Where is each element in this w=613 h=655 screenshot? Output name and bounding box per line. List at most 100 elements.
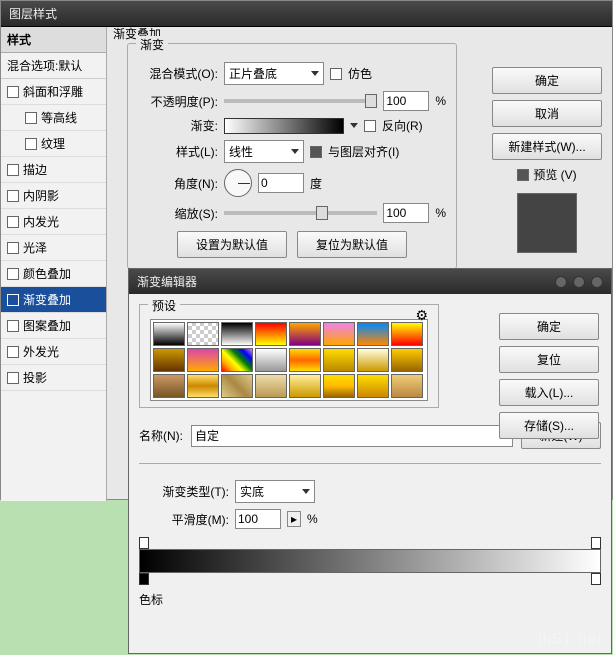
preset-swatch[interactable] [153, 374, 185, 398]
checkbox[interactable] [7, 190, 19, 202]
checkbox[interactable] [7, 372, 19, 384]
styles-header[interactable]: 样式 [1, 27, 106, 53]
gradient-type-select[interactable]: 实底 [235, 480, 315, 503]
gradient-swatch[interactable] [224, 118, 344, 134]
preset-swatch[interactable] [255, 374, 287, 398]
gradient-label: 渐变: [138, 117, 218, 134]
preview-checkbox[interactable] [517, 169, 529, 181]
window-button[interactable] [555, 276, 567, 288]
scale-label: 缩放(S): [138, 205, 218, 222]
blend-options[interactable]: 混合选项:默认 [1, 53, 106, 79]
style-item-bevel[interactable]: 斜面和浮雕 [1, 79, 106, 105]
style-item-inner-shadow[interactable]: 内阴影 [1, 183, 106, 209]
preset-swatch[interactable] [323, 348, 355, 372]
preset-swatch[interactable] [221, 322, 253, 346]
preset-swatch[interactable] [289, 348, 321, 372]
preset-swatch[interactable] [391, 374, 423, 398]
preset-swatch[interactable] [255, 348, 287, 372]
window-button[interactable] [573, 276, 585, 288]
ge-save-button[interactable]: 存储(S)... [499, 412, 599, 439]
style-item-inner-glow[interactable]: 内发光 [1, 209, 106, 235]
preset-swatch[interactable] [289, 374, 321, 398]
gradient-ramp[interactable] [139, 549, 601, 573]
ge-reset-button[interactable]: 复位 [499, 346, 599, 373]
preset-swatch[interactable] [357, 374, 389, 398]
watermark: jb51.net [538, 631, 603, 649]
unit: % [435, 94, 446, 108]
unit: % [307, 512, 318, 526]
preset-swatch[interactable] [187, 322, 219, 346]
preset-swatch[interactable] [187, 374, 219, 398]
gradient-group: 渐变 混合模式(O): 正片叠底 仿色 不透明度(P): % 渐变: [127, 43, 457, 269]
style-item-texture[interactable]: 纹理 [1, 131, 106, 157]
checkbox[interactable] [7, 216, 19, 228]
ok-button[interactable]: 确定 [492, 67, 602, 94]
style-item-gradient-overlay[interactable]: 渐变叠加 [1, 287, 106, 313]
ge-ok-button[interactable]: 确定 [499, 313, 599, 340]
chevron-down-icon [311, 71, 319, 76]
ge-load-button[interactable]: 载入(L)... [499, 379, 599, 406]
preset-swatch[interactable] [391, 322, 423, 346]
dither-checkbox[interactable] [330, 68, 342, 80]
scale-slider[interactable] [224, 211, 377, 215]
blend-mode-select[interactable]: 正片叠底 [224, 62, 324, 85]
style-item-stroke[interactable]: 描边 [1, 157, 106, 183]
stepper-icon[interactable]: ▸ [287, 511, 301, 527]
preset-swatch[interactable] [391, 348, 423, 372]
name-input[interactable] [191, 425, 513, 447]
checkbox[interactable] [25, 138, 37, 150]
opacity-stop[interactable] [139, 537, 149, 549]
style-item-pattern-overlay[interactable]: 图案叠加 [1, 313, 106, 339]
checkbox[interactable] [7, 164, 19, 176]
preset-swatch[interactable] [357, 322, 389, 346]
new-style-button[interactable]: 新建样式(W)... [492, 133, 602, 160]
checkbox[interactable] [25, 112, 37, 124]
scale-input[interactable] [383, 203, 429, 223]
window-button[interactable] [591, 276, 603, 288]
reverse-label: 反向(R) [382, 117, 423, 134]
dialog-title: 图层样式 [1, 1, 612, 27]
opacity-slider[interactable] [224, 99, 377, 103]
angle-input[interactable] [258, 173, 304, 193]
checkbox[interactable] [7, 86, 19, 98]
preview-label: 预览 (V) [533, 166, 576, 183]
chevron-down-icon [291, 149, 299, 154]
checkbox[interactable] [7, 294, 19, 306]
chevron-down-icon[interactable] [350, 123, 358, 128]
opacity-input[interactable] [383, 91, 429, 111]
chevron-down-icon [302, 489, 310, 494]
gear-icon[interactable]: ⚙ [415, 307, 428, 324]
style-item-drop-shadow[interactable]: 投影 [1, 365, 106, 391]
style-item-color-overlay[interactable]: 颜色叠加 [1, 261, 106, 287]
preset-swatch[interactable] [289, 322, 321, 346]
preset-swatch[interactable] [221, 348, 253, 372]
checkbox[interactable] [7, 320, 19, 332]
color-stop[interactable] [591, 573, 601, 585]
reverse-checkbox[interactable] [364, 120, 376, 132]
cancel-button[interactable]: 取消 [492, 100, 602, 127]
set-default-button[interactable]: 设置为默认值 [177, 231, 287, 258]
ramp-bar[interactable] [139, 549, 601, 573]
checkbox[interactable] [7, 346, 19, 358]
preset-swatch[interactable] [323, 374, 355, 398]
style-select[interactable]: 线性 [224, 140, 304, 163]
preset-swatch[interactable] [323, 322, 355, 346]
checkbox[interactable] [7, 242, 19, 254]
checkbox[interactable] [7, 268, 19, 280]
angle-dial[interactable] [224, 169, 252, 197]
preset-swatch[interactable] [153, 322, 185, 346]
smoothness-label: 平滑度(M): [139, 511, 229, 528]
preset-swatch[interactable] [153, 348, 185, 372]
smoothness-input[interactable] [235, 509, 281, 529]
align-checkbox[interactable] [310, 146, 322, 158]
preset-swatch[interactable] [221, 374, 253, 398]
preset-swatch[interactable] [255, 322, 287, 346]
preset-swatch[interactable] [357, 348, 389, 372]
style-item-outer-glow[interactable]: 外发光 [1, 339, 106, 365]
opacity-stop[interactable] [591, 537, 601, 549]
style-item-satin[interactable]: 光泽 [1, 235, 106, 261]
style-item-contour[interactable]: 等高线 [1, 105, 106, 131]
reset-default-button[interactable]: 复位为默认值 [297, 231, 407, 258]
color-stop[interactable] [139, 573, 149, 585]
preset-swatch[interactable] [187, 348, 219, 372]
